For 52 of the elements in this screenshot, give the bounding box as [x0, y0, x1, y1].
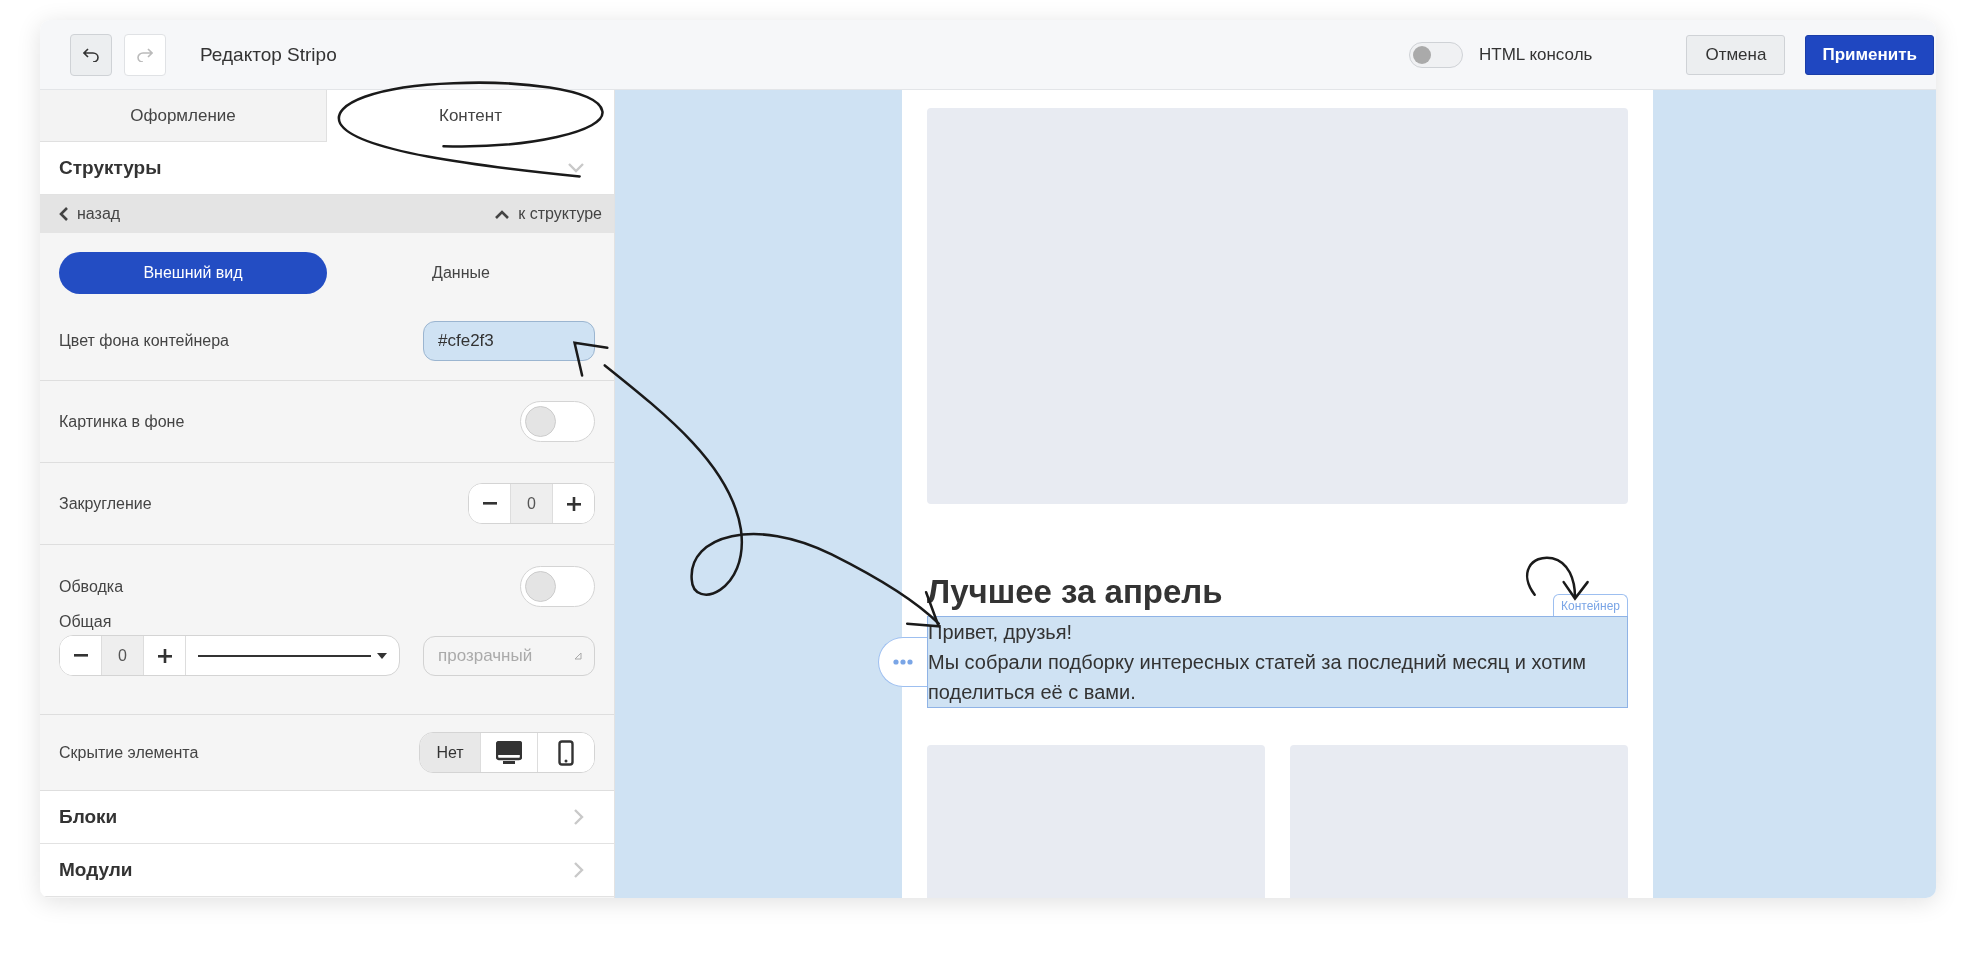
panel-tab[interactable]: Оформление [40, 90, 327, 142]
chevron-down-icon [568, 163, 584, 173]
toggle-switch[interactable] [520, 401, 595, 442]
number-stepper[interactable]: 0 [60, 636, 186, 675]
phone-icon [558, 739, 574, 766]
visibility-option[interactable]: Нет [420, 733, 480, 772]
section-header[interactable]: Структуры [40, 142, 614, 195]
chevron-right-icon [574, 862, 584, 878]
cancel-button[interactable]: Отмена [1686, 34, 1786, 75]
editor-title: Редактор Stripo [200, 43, 337, 66]
undo-icon [83, 47, 99, 62]
panel-tab[interactable]: Контент [327, 90, 614, 142]
resize-grip-icon [574, 651, 582, 660]
setting-label: Обводка [59, 577, 124, 596]
chevron-up-icon [495, 209, 510, 219]
color-field[interactable]: #cfe2f3 [423, 321, 595, 361]
setting-label: Картинка в фоне [59, 412, 185, 431]
setting-label: Цвет фона контейнера [59, 332, 229, 350]
toggle-switch[interactable] [520, 566, 595, 607]
redo-icon [137, 47, 153, 62]
paragraph: Привет, друзья! [928, 620, 1074, 645]
back-link[interactable]: назад [59, 205, 121, 223]
annotation-arrow [1525, 556, 1589, 601]
more-handle[interactable] [878, 637, 927, 687]
visibility-option[interactable] [537, 733, 594, 772]
section-header[interactable]: Блоки [40, 791, 614, 844]
view-tab[interactable]: Внешний вид [59, 252, 327, 294]
plus-icon [156, 647, 173, 664]
monitor-icon [496, 740, 522, 765]
setting-label: Закругление [59, 494, 152, 513]
section-header[interactable]: Модули [40, 844, 614, 897]
number-value: 0 [101, 636, 144, 675]
apply-button[interactable]: Применить [1805, 34, 1934, 75]
console-toggle[interactable] [1409, 41, 1463, 68]
chevron-left-icon [59, 207, 68, 221]
dots-icon [893, 659, 913, 665]
number-stepper[interactable]: 0 [468, 483, 595, 524]
minus-icon [482, 502, 497, 505]
setting-label: Общая [59, 613, 113, 631]
minus-icon [73, 654, 88, 657]
console-label: HTML консоль [1479, 44, 1593, 65]
plus-icon [565, 495, 582, 512]
chevron-right-icon [574, 809, 584, 825]
number-value: 0 [510, 484, 553, 523]
caret-icon [377, 652, 387, 659]
setting-label: Скрытие элемента [59, 743, 199, 762]
container-tag: Контейнер [1553, 594, 1628, 616]
undo-button[interactable] [70, 33, 112, 76]
email-heading: Лучшее за апрель [927, 572, 1223, 612]
view-tab[interactable]: Данные [327, 252, 595, 294]
structure-link[interactable]: к структуре [495, 205, 602, 223]
paragraph: Мы собрали подборку интересных статей за последний месяц и хотим поделиться её с вами. [928, 650, 1588, 705]
